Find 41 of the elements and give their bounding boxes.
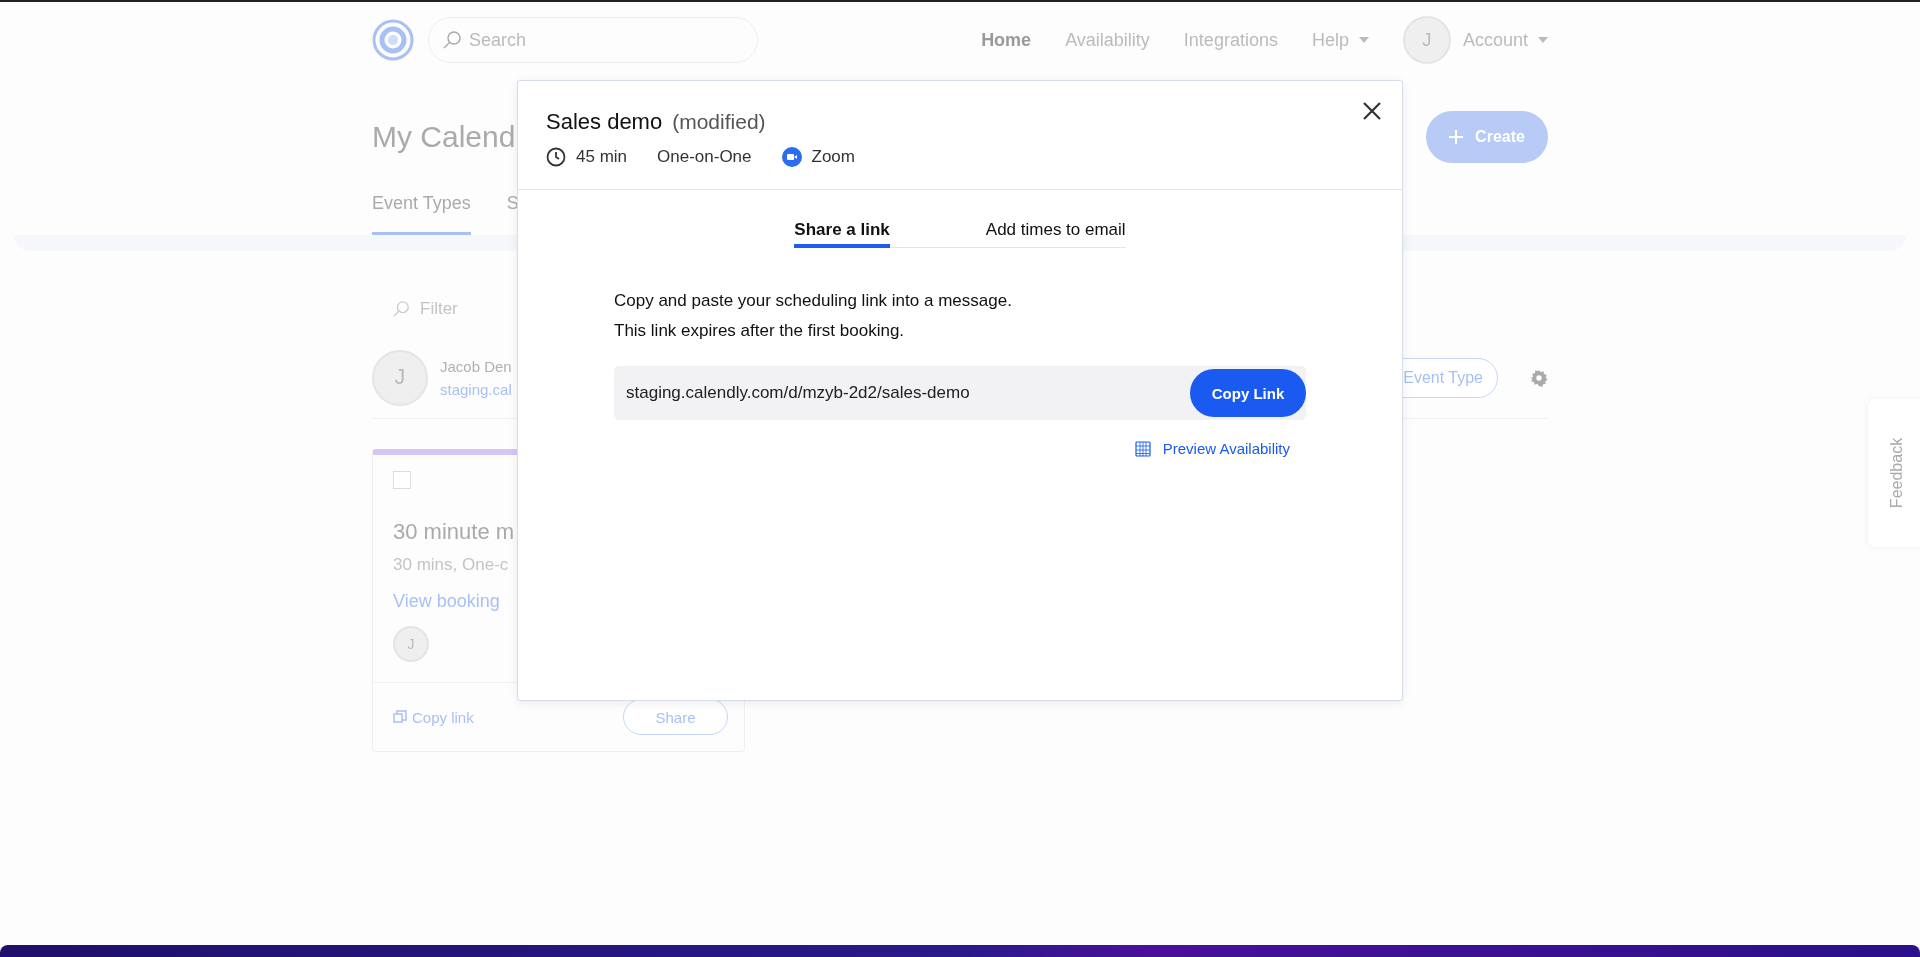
- help-menu[interactable]: Help: [1311, 29, 1369, 51]
- duration: 45 min: [576, 147, 628, 167]
- profile-link[interactable]: staging.cal: [440, 380, 512, 398]
- clock-icon: [546, 147, 566, 167]
- nav-link[interactable]: Home: [981, 29, 1032, 51]
- event-status: (modified): [672, 110, 766, 134]
- card-title: 30 minute m: [393, 519, 516, 545]
- search-field[interactable]: Search: [428, 17, 758, 63]
- tab[interactable]: Add times to email: [985, 220, 1126, 248]
- caret-icon: [1538, 37, 1548, 43]
- calendar-icon: [1134, 440, 1151, 457]
- preview-availability-link[interactable]: Preview Availability: [1134, 440, 1290, 457]
- checkbox[interactable]: [393, 471, 411, 489]
- filter-field[interactable]: Filter: [418, 298, 538, 320]
- link-field[interactable]: staging.calendly.com/d/mzyb-2d2/sales-demo Copy Link: [614, 366, 1306, 420]
- logo-icon[interactable]: [372, 19, 414, 61]
- copy-link-button[interactable]: Copy Link: [1190, 369, 1306, 417]
- event-title: Sales demo: [546, 109, 663, 135]
- feedback-tab[interactable]: Feedback: [1868, 399, 1920, 547]
- search-icon: [442, 30, 462, 50]
- nav-link[interactable]: Availability: [1065, 29, 1150, 51]
- create-button[interactable]: Create: [1426, 111, 1548, 163]
- location: Zoom: [811, 147, 855, 167]
- card-subtitle: 30 mins, One-c: [393, 555, 510, 575]
- event-kind: One-on-One: [657, 147, 752, 167]
- close-icon: [1362, 101, 1382, 121]
- user-name: Jacob Den: [440, 357, 512, 375]
- settings-icon[interactable]: [1530, 368, 1548, 387]
- copy-icon: [393, 710, 407, 724]
- nav-link[interactable]: Integrations: [1183, 29, 1278, 51]
- search-icon: [392, 300, 410, 318]
- account-menu[interactable]: Account: [1462, 29, 1548, 51]
- copy-link[interactable]: Copy link: [393, 708, 474, 726]
- caret-icon: [1358, 37, 1369, 43]
- tab[interactable]: Share a link: [794, 220, 890, 248]
- instruction-text: Copy and paste your scheduling link into a message.: [614, 290, 1013, 312]
- share-button[interactable]: Share: [623, 699, 728, 735]
- video-camera-icon: [781, 147, 802, 167]
- plus-icon: [1449, 130, 1464, 144]
- page-title: My Calend: [372, 120, 516, 154]
- instruction-text: This link expires after the first booking.: [614, 320, 906, 342]
